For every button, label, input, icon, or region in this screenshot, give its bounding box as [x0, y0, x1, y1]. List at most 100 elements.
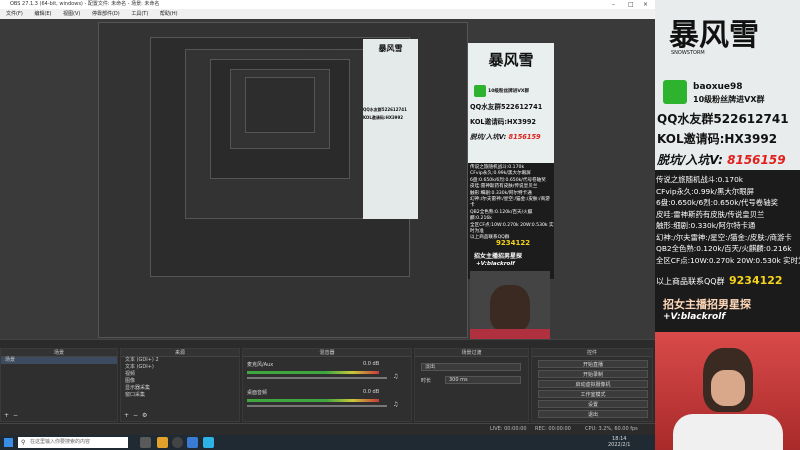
mixer-track-db: 0.0 dB [363, 361, 380, 367]
scenes-title: 场景 [1, 349, 117, 357]
overlay-list-line: 触形:细剧:0.330k/阿尔特卡通 [656, 221, 756, 230]
speaker-icon[interactable]: ♫ [393, 401, 398, 408]
maximize-icon[interactable]: □ [628, 0, 634, 9]
volume-slider[interactable] [247, 377, 387, 379]
browser-taskbar-icon[interactable] [203, 437, 214, 448]
preview-list-panel: 传说之旅随机战斗:0.170k CFvip永久:0.99k/黑大尔眼屏 6盘:0… [468, 163, 554, 279]
start-streaming-button[interactable]: 开始直播 [538, 360, 648, 368]
obs-taskbar-icon[interactable] [172, 437, 183, 448]
audio-meter [247, 399, 379, 402]
settings-button[interactable]: 设置 [538, 400, 648, 408]
list-line: 全区CF点:10W:0.270k 20W:0.530k 实时为准 [470, 222, 554, 235]
menu-view[interactable]: 视图(V) [63, 11, 80, 17]
source-item[interactable]: 窗口采集 [121, 392, 239, 399]
nested-ad-panel: 暴风雪 QQ水友群522612741 KOL邀请码:HX3992 [363, 39, 418, 219]
source-item[interactable]: 视频 [121, 371, 239, 378]
overlay-qq-group: QQ水友群522612741 [657, 112, 789, 126]
nested-logo: 暴风雪 [378, 44, 403, 53]
wechat-icon [663, 80, 687, 104]
overlay-list: 传说之旅随机战斗:0.170k CFvip永久:0.99k/黑大尔眼屏 6盘:0… [656, 174, 800, 266]
volume-slider[interactable] [247, 405, 387, 407]
preview-qq-number: 9234122 [496, 239, 531, 247]
source-item[interactable]: 文本 (GDI+) [121, 364, 239, 371]
audio-meter [247, 371, 379, 374]
nested-capture-6 [245, 77, 315, 133]
taskbar-search-input[interactable]: 在这里输入你要搜索的内容 [18, 437, 128, 448]
preview-qq-group: QQ水友群522612741 [470, 103, 543, 111]
overlay-list-line: 全区CF点:10W:0.270k 20W:0.530k 实时为准 [656, 255, 800, 265]
start-recording-button[interactable]: 开始录制 [538, 370, 648, 378]
app-taskbar-icon[interactable] [187, 437, 198, 448]
menu-tools[interactable]: 工具(T) [131, 11, 148, 17]
controls-title: 控件 [532, 349, 652, 357]
source-item[interactable]: 文本 (GDI+) 2 [121, 357, 239, 364]
overlay-recruit: 招女主播招男星探 [663, 298, 751, 311]
overlay-list-line: CFvip永久:0.99k/黑大尔眼屏 [656, 186, 754, 196]
wechat-icon [474, 85, 486, 97]
face-skin [711, 370, 745, 406]
exit-button[interactable]: 退出 [538, 410, 648, 418]
duration-label: 时长 [421, 378, 432, 384]
clock[interactable]: 18:14 2022/2/1 [608, 436, 630, 448]
sources-title: 来源 [121, 349, 239, 357]
preview-recruit: 招女主播招男星探 [474, 253, 523, 260]
virtual-camera-button[interactable]: 启动虚拟摄像机 [538, 380, 648, 388]
clock-date: 2022/2/1 [608, 442, 631, 448]
nested-kol: KOL邀请码:HX3992 [363, 115, 404, 120]
overlay-logo-sub: SNOWSTORM [671, 50, 705, 56]
title-bar: OBS 27.1.3 (64-bit, windows) - 配置文件: 未命名… [0, 0, 655, 9]
preview-pit: 脱坑/入坑V: 8156159 [470, 131, 556, 141]
remove-scene-icon[interactable]: − [13, 412, 18, 419]
menu-file[interactable]: 文件(F) [6, 11, 23, 17]
mixer-track-name: 麦克风/Aux [247, 362, 274, 368]
preview-recruit-v: +V:blackrolf [476, 261, 515, 267]
shirt-shape [673, 414, 783, 450]
nested-qq: QQ水友群522612741 [363, 107, 407, 112]
preview-logo: 暴风雪 [488, 51, 534, 69]
controls-dock: 控件 开始直播 开始录制 启动虚拟摄像机 工作室模式 设置 退出 [531, 348, 653, 422]
transitions-dock: 场景过渡 淡出 时长 300 ms [414, 348, 529, 422]
overlay-recruit-v: +V:blackrolf [663, 312, 726, 322]
scenes-dock: 场景 场景 + − [0, 348, 118, 422]
overlay-pit-label: 脱坑/入坑V: [657, 153, 723, 167]
sources-dock: 来源 文本 (GDI+) 2 文本 (GDI+) 视频 图像 显示器采集 窗口采… [120, 348, 240, 422]
explorer-icon[interactable] [157, 437, 168, 448]
menu-bar: 文件(F) 编辑(E) 视图(V) 停靠部件(D) 工具(T) 帮助(H) [0, 9, 655, 19]
taskview-icon[interactable] [140, 437, 151, 448]
overlay-list-line: 皮哇:雷神斯药有皮肤/传说皇贝兰 [656, 209, 765, 219]
status-bar: LIVE: 00:00:00 REC: 00:00:00 CPU: 3.2%, … [0, 423, 655, 435]
source-item[interactable]: 图像 [121, 378, 239, 385]
add-source-icon[interactable]: + [124, 412, 129, 419]
mixer-title: 混音器 [243, 349, 411, 357]
webcam-feed [655, 332, 800, 450]
cpu-status: CPU: 3.2%, 60.00 fps [585, 426, 638, 432]
duration-input[interactable]: 300 ms [445, 376, 521, 384]
add-scene-icon[interactable]: + [4, 412, 9, 419]
overlay-list-line: 幻神:/尔夫雷神:/星空:/猫金:/皮肤:/商游卡 [656, 232, 792, 242]
close-icon[interactable]: × [643, 0, 648, 9]
rec-status: REC: 00:00:00 [535, 426, 571, 432]
face-shape [490, 285, 530, 331]
scene-item[interactable]: 场景 [1, 357, 117, 364]
minimize-icon[interactable]: – [612, 0, 615, 9]
overlay-qq-number: 9234122 [729, 274, 783, 287]
menu-edit[interactable]: 编辑(E) [34, 11, 51, 17]
windows-start-icon[interactable] [4, 438, 13, 447]
overlay-kol: KOL邀请码:HX3992 [657, 132, 778, 146]
menu-docks[interactable]: 停靠部件(D) [92, 11, 120, 17]
source-item[interactable]: 显示器采集 [121, 385, 239, 392]
screen: OBS 27.1.3 (64-bit, windows) - 配置文件: 未命名… [0, 0, 800, 450]
mixer-track-name: 桌面音频 [247, 390, 268, 396]
preview-pit-label: 脱坑/入坑V: [470, 133, 507, 141]
speaker-icon[interactable]: ♫ [393, 373, 398, 380]
remove-source-icon[interactable]: − [133, 412, 138, 419]
studio-mode-button[interactable]: 工作室模式 [538, 390, 648, 398]
preview-canvas[interactable]: 暴风雪 QQ水友群522612741 KOL邀请码:HX3992 今晚目标 暴风… [0, 19, 655, 339]
transitions-title: 场景过渡 [415, 349, 528, 357]
source-settings-icon[interactable]: ⚙ [142, 412, 147, 419]
transition-select[interactable]: 淡出 [421, 363, 521, 371]
overlay-pit: 脱坑/入坑V: 8156159 [657, 151, 786, 168]
menu-help[interactable]: 帮助(H) [160, 11, 178, 17]
preview-kol: KOL邀请码:HX3992 [470, 118, 536, 126]
overlay-list-line: 6盘:0.650k/6烈:0.650k/代号卷轴奖 [656, 198, 778, 207]
